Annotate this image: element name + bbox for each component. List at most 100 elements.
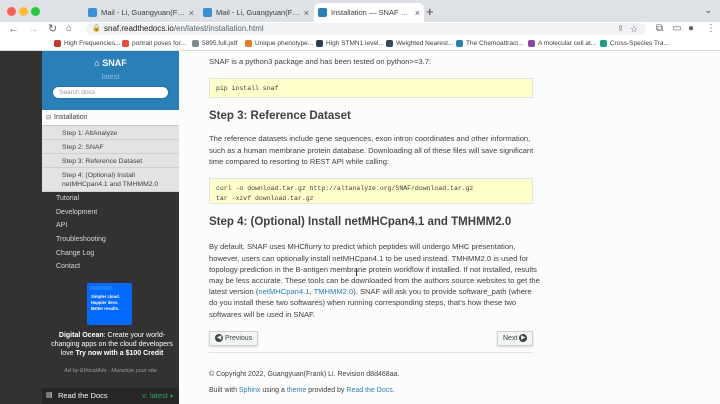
profile-avatar-icon[interactable]: ● xyxy=(688,22,694,36)
url-path: /en/latest/installation.html xyxy=(173,24,264,33)
sidebar-left-strip xyxy=(0,51,42,404)
browser-menu-icon[interactable]: ⋮ xyxy=(706,22,716,36)
project-version: latest xyxy=(101,72,120,81)
sidebar-subitem-step3[interactable]: Step 3: Reference Dataset xyxy=(42,154,179,168)
tab-title: Mail - Li, Guangyuan(Frank) - Ou xyxy=(216,8,301,17)
share-icon[interactable]: ⇪ xyxy=(617,23,624,35)
bookmark-item[interactable]: High Frequencies... xyxy=(54,38,120,48)
bookmark-item[interactable]: High STMN1 level... xyxy=(316,38,384,48)
bookmark-item[interactable]: 5895.full.pdf xyxy=(192,38,237,48)
close-tab-icon[interactable]: × xyxy=(189,8,194,18)
sidebar-item-contact[interactable]: Contact xyxy=(42,260,179,274)
forward-arrow-icon[interactable]: → xyxy=(28,22,39,36)
bookmark-favicon-icon xyxy=(528,39,535,47)
paragraph-line: By default, SNAF uses MHCflurry to predi… xyxy=(209,242,516,251)
read-the-docs-link[interactable]: Read the Docs xyxy=(346,387,392,394)
ad-image[interactable]: Simpler cloud. Happier devs. Better resu… xyxy=(87,283,132,325)
bookmark-favicon-icon xyxy=(600,39,607,47)
tab-title: Mail - Li, Guangyuan(Frank) - Ou xyxy=(101,8,186,17)
paragraph-line: such as a human membrane protein databas… xyxy=(209,146,534,155)
text-span: . xyxy=(392,387,395,394)
sidebar-item-tutorial[interactable]: Tutorial xyxy=(42,192,179,206)
caret-down-icon: ▾ xyxy=(169,394,173,400)
bookmark-label: High STMN1 level... xyxy=(326,39,384,47)
new-tab-button[interactable]: + xyxy=(426,4,434,19)
ad-brand: Digital Ocean xyxy=(58,332,104,339)
arrow-left-circle-icon: ◀ xyxy=(215,334,223,343)
sidebar-item-troubleshooting[interactable]: Troubleshooting xyxy=(42,233,179,247)
browser-tab-mail-1[interactable]: Mail - Li, Guangyuan(Frank) - Ou × xyxy=(84,3,198,22)
bookmark-favicon-icon xyxy=(316,39,323,47)
collapse-toggle-icon[interactable]: ⊟ xyxy=(46,115,51,121)
reload-icon[interactable]: ↻ xyxy=(48,22,57,36)
sidebar-header: ⌂ SNAF latest xyxy=(42,51,179,110)
back-arrow-icon[interactable]: ← xyxy=(8,22,19,36)
heading-step3: Step 3: Reference Dataset xyxy=(209,110,351,122)
docs-sidebar: ⌂ SNAF latest ⊟Installation Step 1: AltA… xyxy=(0,51,179,404)
ad-image-line: Simpler cloud. xyxy=(91,294,120,299)
arrow-right-circle-icon: ▶ xyxy=(519,334,528,343)
bookmark-item[interactable]: A molecular cell at... xyxy=(528,38,596,48)
ad-image-line: Better results. xyxy=(91,306,120,311)
search-docs-input[interactable] xyxy=(52,86,169,99)
sidebar-subitem-step1[interactable]: Step 1: AltAnalyze xyxy=(42,126,179,140)
browser-tab-installation[interactable]: Installation — SNAF 0.5.0 docum × xyxy=(314,3,424,22)
paragraph-line: latest version (netMHCpan4.1, TMHMM2.0).… xyxy=(209,286,532,297)
sphinx-link[interactable]: Sphinx xyxy=(239,387,260,394)
sidebar-item-api[interactable]: API xyxy=(42,219,179,233)
bookmark-label: A molecular cell at... xyxy=(538,39,597,47)
url-text: snaf.readthedocs.io/en/latest/installati… xyxy=(104,23,264,35)
sidebar-item-label: Installation xyxy=(54,114,88,121)
browser-tab-mail-2[interactable]: Mail - Li, Guangyuan(Frank) - Ou × xyxy=(199,3,313,22)
bookmark-label: Cross-Species Tra... xyxy=(610,39,669,47)
bookmark-label: Unique phenotype... xyxy=(255,39,314,47)
bookmark-star-icon[interactable]: ☆ xyxy=(630,23,638,35)
tmhmm-link[interactable]: TMHMM2.0 xyxy=(314,287,354,296)
ad-footer[interactable]: Ad by EthicalAds · Monetize your site xyxy=(42,368,179,374)
next-button[interactable]: Next ▶ xyxy=(497,331,534,346)
sidebar-subitem-step4[interactable]: Step 4: (Optional) Install netMHCpan4.1 … xyxy=(42,168,179,192)
read-the-docs-versions-bar[interactable]: ▤ Read the Docs v: latest ▾ xyxy=(42,388,179,404)
tab-search-chevron-icon[interactable]: ⌄ xyxy=(704,5,712,16)
extensions-puzzle-icon[interactable]: ⧉ xyxy=(656,22,663,36)
sidebar-item-development[interactable]: Development xyxy=(42,206,179,220)
previous-button[interactable]: ◀ Previous xyxy=(209,331,259,346)
home-icon[interactable]: ⌂ xyxy=(66,22,72,36)
bookmark-label: 5895.full.pdf xyxy=(202,39,238,47)
footer-divider xyxy=(209,352,533,353)
previous-label: Previous xyxy=(224,335,253,342)
bookmark-item[interactable]: Weighted Nearest... xyxy=(386,38,453,48)
text-span: using a xyxy=(260,387,287,394)
bookmark-favicon-icon xyxy=(386,39,393,47)
bookmark-item[interactable]: portrait poses for... xyxy=(122,38,186,48)
project-home-link[interactable]: ⌂ SNAF xyxy=(42,58,179,68)
bookmark-label: The Chemoattract... xyxy=(466,39,524,47)
bookmark-item[interactable]: The Chemoattract... xyxy=(456,38,523,48)
bookmark-favicon-icon xyxy=(192,39,199,47)
paragraph-line: time compared to resorting to REST API w… xyxy=(209,157,390,166)
lock-icon: 🔒 xyxy=(92,25,101,32)
tab-title: Installation — SNAF 0.5.0 docum xyxy=(331,8,412,17)
paragraph-line: do you install these two softwares) when… xyxy=(209,298,517,307)
theme-link[interactable]: theme xyxy=(287,387,306,394)
code-block-curl: curl -o download.tar.gz http://altanalyz… xyxy=(209,178,533,204)
bookmark-item[interactable]: Unique phenotype... xyxy=(245,38,313,48)
netmhcpan-link[interactable]: netMHCpan4.1 xyxy=(258,287,309,296)
close-tab-icon[interactable]: × xyxy=(415,8,420,18)
version-selector[interactable]: v: latest ▾ xyxy=(142,388,173,404)
maximize-window-button[interactable] xyxy=(31,7,40,16)
close-tab-icon[interactable]: × xyxy=(304,8,309,18)
bookmark-item[interactable]: Cross-Species Tra... xyxy=(600,38,669,48)
ad-text-link[interactable]: Digital Ocean: Create your world-changin… xyxy=(50,331,174,358)
sidebar-subitem-step2[interactable]: Step 2: SNAF xyxy=(42,140,179,154)
ad-image-line: Happier devs. xyxy=(91,300,119,305)
minimize-window-button[interactable] xyxy=(19,7,28,16)
address-bar[interactable]: 🔒 snaf.readthedocs.io/en/latest/installa… xyxy=(86,23,646,35)
tab-bar: Mail - Li, Guangyuan(Frank) - Ou × Mail … xyxy=(0,0,720,22)
sidebar-item-change-log[interactable]: Change Log xyxy=(42,247,179,261)
sidebar-item-installation[interactable]: ⊟ Installation xyxy=(42,110,179,126)
sidebar-panel-icon[interactable]: ▭ xyxy=(672,22,681,36)
paragraph-line: softwares will be used in SNAF. xyxy=(209,310,315,319)
text-span: Built with xyxy=(209,387,239,394)
close-window-button[interactable] xyxy=(7,7,16,16)
